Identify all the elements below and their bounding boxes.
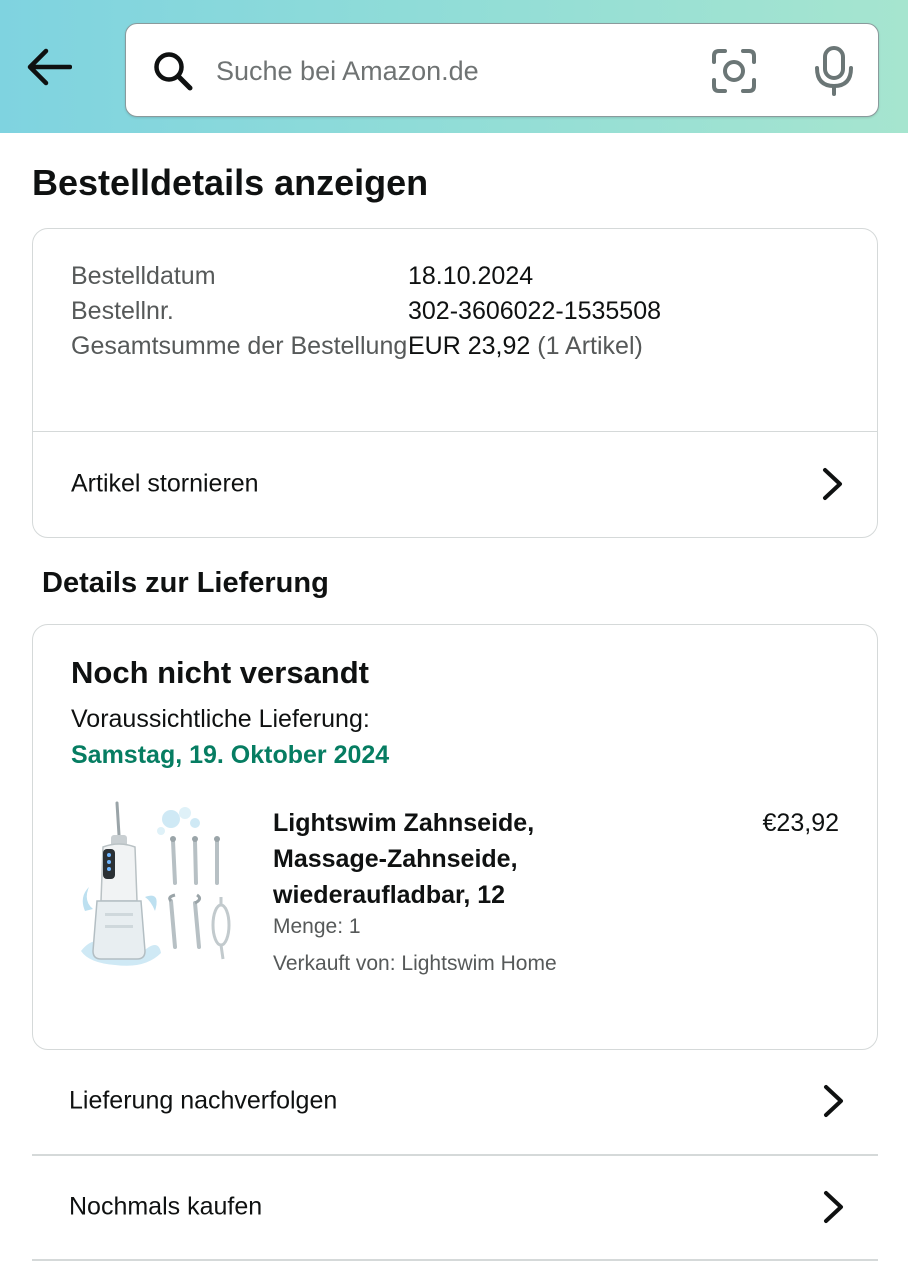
page-title: Bestelldetails anzeigen bbox=[32, 162, 429, 203]
chevron-right-icon bbox=[824, 1085, 843, 1117]
order-date-row: Bestelldatum 18.10.2024 bbox=[71, 259, 841, 294]
order-info: Bestelldatum 18.10.2024 Bestellnr. 302-3… bbox=[71, 259, 841, 364]
delivery-section-title: Details zur Lieferung bbox=[42, 567, 329, 599]
order-total-row: Gesamtsumme der Bestellung EUR 23,92 (1 … bbox=[71, 329, 841, 364]
product-seller: Verkauft von: Lightswim Home bbox=[273, 952, 557, 975]
product-title-link[interactable]: Lightswim Zahnseide, Massage-Zahnseide, … bbox=[273, 805, 603, 913]
order-total-value-wrap: EUR 23,92 (1 Artikel) bbox=[408, 329, 643, 364]
arrow-left-icon bbox=[27, 48, 72, 86]
top-header bbox=[0, 0, 908, 133]
microphone-icon[interactable] bbox=[814, 46, 854, 96]
order-total-value: EUR 23,92 bbox=[408, 332, 531, 360]
chevron-right-icon bbox=[823, 468, 842, 500]
eta-label: Voraussichtliche Lieferung: bbox=[71, 705, 370, 733]
back-button[interactable] bbox=[24, 44, 74, 90]
eta-date: Samstag, 19. Oktober 2024 bbox=[71, 741, 390, 769]
order-number-row: Bestellnr. 302-3606022-1535508 bbox=[71, 294, 841, 329]
buy-again-button[interactable]: Nochmals kaufen bbox=[32, 1155, 878, 1259]
order-number-value: 302-3606022-1535508 bbox=[408, 297, 662, 325]
order-total-label: Gesamtsumme der Bestellung bbox=[71, 332, 408, 360]
order-number-label: Bestellnr. bbox=[71, 297, 174, 325]
cancel-items-button[interactable]: Artikel stornieren bbox=[33, 432, 877, 536]
order-total-items: (1 Artikel) bbox=[537, 332, 643, 360]
track-delivery-label: Lieferung nachverfolgen bbox=[69, 1086, 338, 1115]
camera-scan-icon[interactable] bbox=[711, 48, 757, 94]
buy-again-label: Nochmals kaufen bbox=[69, 1192, 263, 1221]
search-icon bbox=[154, 52, 193, 91]
product-image[interactable] bbox=[75, 801, 235, 971]
order-date-value: 18.10.2024 bbox=[408, 262, 534, 290]
shipment-status: Noch nicht versandt bbox=[71, 655, 369, 690]
product-price: €23,92 bbox=[762, 809, 839, 837]
divider bbox=[32, 1259, 878, 1261]
search-bar[interactable] bbox=[125, 23, 879, 117]
order-summary-card: Bestelldatum 18.10.2024 Bestellnr. 302-3… bbox=[32, 228, 878, 538]
search-input[interactable] bbox=[216, 46, 686, 96]
order-date-label: Bestelldatum bbox=[71, 262, 216, 290]
track-delivery-button[interactable]: Lieferung nachverfolgen bbox=[32, 1049, 878, 1153]
delivery-card: Noch nicht versandt Voraussichtliche Lie… bbox=[32, 624, 878, 1050]
cancel-items-label: Artikel stornieren bbox=[71, 469, 259, 498]
product-quantity: Menge: 1 bbox=[273, 915, 361, 938]
chevron-right-icon bbox=[824, 1191, 843, 1223]
